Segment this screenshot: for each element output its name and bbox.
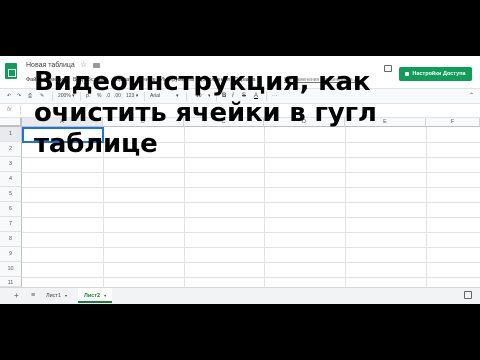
row-gridline [22,232,480,233]
row-gridline [22,172,480,173]
fx-icon: fx [7,107,12,113]
row-gridline [22,247,480,248]
row-header[interactable]: 10 [0,262,22,277]
row-header[interactable]: 2 [0,142,22,157]
row-header[interactable]: 5 [0,187,22,202]
sheet-tab-list2[interactable]: Лист2 ▾ [78,288,113,303]
sheets-logo-icon[interactable] [5,63,17,79]
row-header[interactable]: 4 [0,172,22,187]
sheet-tab-bar: + ≡ Лист1 ▾ Лист2 ▾ [0,287,480,304]
row-header[interactable]: 1 [0,127,22,142]
row-header[interactable]: 8 [0,232,22,247]
chevron-down-icon: ▾ [65,293,68,298]
row-header[interactable]: 6 [0,202,22,217]
formula-divider [20,106,21,115]
chevron-down-icon: ▾ [104,293,107,298]
row-header[interactable]: 9 [0,247,22,262]
row-gridline [22,217,480,218]
all-sheets-icon[interactable]: ≡ [31,288,35,303]
row-header[interactable]: 11 [0,277,22,287]
row-gridline [22,202,480,203]
undo-icon[interactable]: ↶ [7,89,11,104]
sheet-tab-list1[interactable]: Лист1 ▾ [40,288,73,303]
explore-icon[interactable] [464,291,472,299]
sheet-tab-label: Лист1 [46,293,62,299]
sheet-tab-label: Лист2 [84,293,101,299]
row-header[interactable]: 7 [0,217,22,232]
redo-icon[interactable]: ↷ [17,89,21,104]
print-icon[interactable]: ⎙ [28,89,32,104]
row-header[interactable]: 3 [0,157,22,172]
row-gridline [22,187,480,188]
screen: Новая таблица ☆ Файл Изменить Вид Вставк… [0,0,480,360]
select-all-corner[interactable] [0,118,22,127]
add-sheet-icon[interactable]: + [14,288,19,303]
video-title-overlay: Видеоинструкция, как очистить ячейки в г… [34,67,377,159]
collapse-toolbar-icon[interactable]: ⌃ [469,89,474,104]
row-gridline [22,262,480,263]
row-gridline [22,277,480,278]
